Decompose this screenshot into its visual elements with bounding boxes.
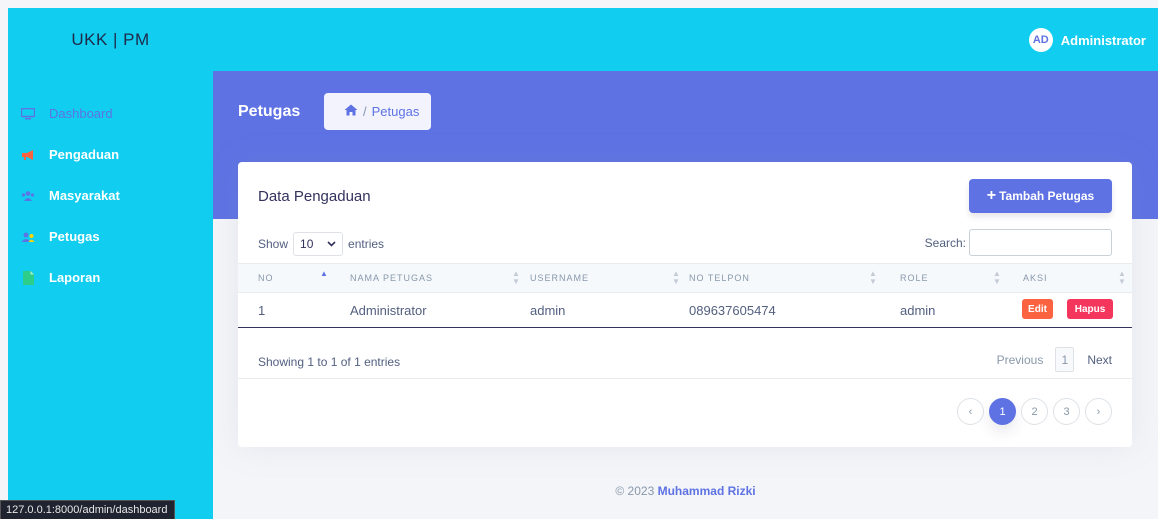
entries-select-value: 10	[300, 237, 314, 251]
pagination-prev[interactable]: ‹	[957, 398, 984, 425]
file-icon	[20, 270, 36, 285]
sidebar-item-pengaduan[interactable]: Pengaduan	[8, 134, 213, 175]
sort-icon: ▲ ▼	[869, 269, 877, 286]
data-card: Data Pengaduan + Tambah Petugas Show 10 …	[238, 162, 1132, 447]
user-menu[interactable]: AD Administrator	[1028, 28, 1146, 52]
pagination-page-1[interactable]: 1	[989, 398, 1016, 425]
add-button-label: Tambah Petugas	[999, 189, 1095, 203]
sidebar-item-masyarakat[interactable]: Masyarakat	[8, 175, 213, 216]
footer: © 2023 Muhammad Rizki	[213, 484, 1158, 498]
next-button[interactable]: Next	[1087, 353, 1112, 367]
sidebar-item-dashboard[interactable]: Dashboard	[8, 93, 213, 134]
monitor-icon	[20, 107, 36, 121]
sort-asc-icon: ▲	[320, 269, 328, 278]
entries-select[interactable]: 10	[293, 232, 344, 256]
page-button-current[interactable]: 1	[1055, 347, 1075, 372]
column-header-no[interactable]: NO	[258, 273, 274, 283]
show-label: Show	[258, 237, 289, 251]
table-pager: Previous 1 Next	[997, 347, 1112, 372]
column-header-aksi[interactable]: AKSI	[1023, 273, 1048, 283]
search-label: Search:	[924, 235, 966, 250]
sidebar: UKK | PM Dashboard Pengaduan Masyarakat …	[8, 8, 213, 519]
brand-logo[interactable]: UKK | PM	[8, 8, 213, 71]
sidebar-item-label: Dashboard	[49, 106, 113, 121]
table-search: Search:	[925, 229, 1112, 256]
cell-username: admin	[530, 303, 566, 318]
breadcrumb-item-petugas[interactable]: Petugas	[372, 104, 420, 119]
cell-role: admin	[900, 303, 936, 318]
sort-icon: ▲ ▼	[993, 269, 1001, 286]
cell-nama: Administrator	[350, 303, 427, 318]
sidebar-item-label: Laporan	[49, 270, 101, 285]
pagination: ‹ 1 2 3 ›	[952, 398, 1112, 425]
sort-icon: ▲ ▼	[672, 269, 680, 286]
column-header-role[interactable]: ROLE	[900, 273, 929, 283]
sidebar-item-label: Petugas	[49, 229, 100, 244]
sidebar-item-label: Pengaduan	[49, 147, 120, 162]
column-header-nama[interactable]: NAMA PETUGAS	[350, 273, 433, 283]
status-bar-url: 127.0.0.1:8000/admin/dashboard	[0, 500, 176, 519]
previous-button[interactable]: Previous	[997, 353, 1044, 367]
home-icon[interactable]	[344, 104, 358, 119]
page-title: Petugas	[238, 103, 301, 120]
user-group-icon	[20, 230, 36, 244]
user-name: Administrator	[1060, 32, 1146, 48]
table-header: NO ▲ NAMA PETUGAS ▲ ▼ USERNAME ▲ ▼ NO TELP…	[238, 263, 1132, 293]
cell-telpon: 089637605474	[689, 303, 776, 318]
entries-length: Show 10 entries	[258, 232, 384, 256]
pagination-page-2[interactable]: 2	[1021, 398, 1048, 425]
sidebar-nav: Dashboard Pengaduan Masyarakat Petugas L…	[8, 93, 213, 298]
table-info: Showing 1 to 1 of 1 entries	[258, 355, 401, 369]
sidebar-item-petugas[interactable]: Petugas	[8, 216, 213, 257]
footer-author[interactable]: Muhammad Rizki	[658, 484, 756, 498]
sidebar-item-label: Masyarakat	[49, 188, 120, 203]
column-header-telpon[interactable]: NO TELPON	[689, 273, 750, 283]
breadcrumb-separator: /	[363, 104, 367, 119]
plus-icon: +	[986, 187, 997, 204]
card-title: Data Pengaduan	[258, 188, 371, 205]
pagination-next[interactable]: ›	[1085, 398, 1112, 425]
edit-button[interactable]: Edit	[1022, 299, 1053, 319]
add-petugas-button[interactable]: + Tambah Petugas	[969, 179, 1112, 213]
users-icon	[20, 189, 36, 203]
search-input[interactable]	[969, 229, 1112, 256]
avatar: AD	[1028, 28, 1053, 52]
sort-icon: ▲ ▼	[512, 269, 520, 286]
footer-copyright: © 2023	[615, 484, 655, 498]
breadcrumb: / Petugas	[324, 93, 431, 130]
entries-label: entries	[348, 237, 385, 251]
card-divider	[238, 378, 1132, 379]
chevron-down-icon	[327, 241, 336, 247]
sidebar-item-laporan[interactable]: Laporan	[8, 257, 213, 298]
megaphone-icon	[20, 148, 36, 162]
cell-no: 1	[258, 303, 266, 318]
column-header-username[interactable]: USERNAME	[530, 273, 589, 283]
delete-button[interactable]: Hapus	[1067, 299, 1113, 319]
sort-icon: ▲ ▼	[1118, 269, 1126, 286]
pagination-page-3[interactable]: 3	[1053, 398, 1080, 425]
top-navbar: AD Administrator	[213, 8, 1158, 71]
table-row: 1 Administrator admin 089637605474 admin…	[238, 293, 1132, 328]
